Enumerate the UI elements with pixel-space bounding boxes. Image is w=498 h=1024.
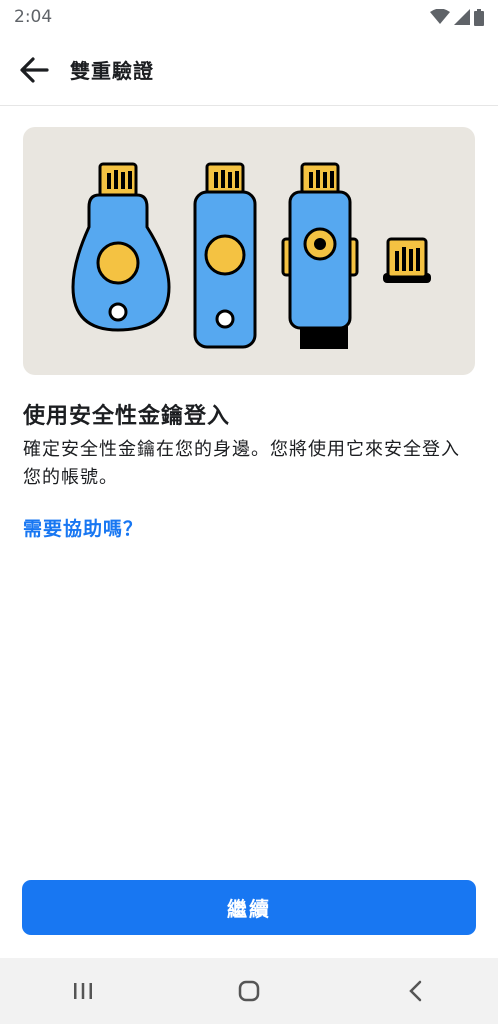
status-bar: 2:04	[0, 0, 498, 34]
security-keys-illustration-svg	[71, 162, 431, 349]
security-key-nano	[383, 237, 431, 283]
help-link[interactable]: 需要協助嗎？	[23, 514, 143, 541]
wifi-icon	[430, 9, 450, 24]
signal-icon	[454, 9, 470, 25]
recents-button[interactable]	[59, 967, 107, 1015]
app-bar: 雙重驗證	[0, 34, 498, 106]
system-back-button[interactable]	[391, 967, 439, 1015]
status-icons	[430, 8, 484, 26]
system-nav-bar	[0, 958, 498, 1024]
arrow-left-icon	[20, 56, 49, 83]
section-heading: 使用安全性金鑰登入	[23, 404, 231, 429]
security-key-teardrop	[71, 162, 171, 332]
chevron-left-icon	[409, 980, 422, 1002]
battery-icon	[474, 8, 484, 26]
security-keys-illustration	[23, 127, 475, 375]
security-key-side-buttons	[281, 162, 359, 349]
security-key-rectangle	[193, 162, 257, 349]
recents-icon	[74, 983, 92, 999]
home-button[interactable]	[225, 967, 273, 1015]
page-title: 雙重驗證	[70, 59, 154, 83]
status-time: 2:04	[14, 7, 53, 27]
back-button[interactable]	[14, 50, 54, 90]
continue-button[interactable]: 繼續	[22, 880, 476, 935]
home-icon	[238, 980, 260, 1002]
description-text: 確定安全性金鑰在您的身邊。您將使用它來安全登入您的帳號。	[23, 439, 460, 488]
